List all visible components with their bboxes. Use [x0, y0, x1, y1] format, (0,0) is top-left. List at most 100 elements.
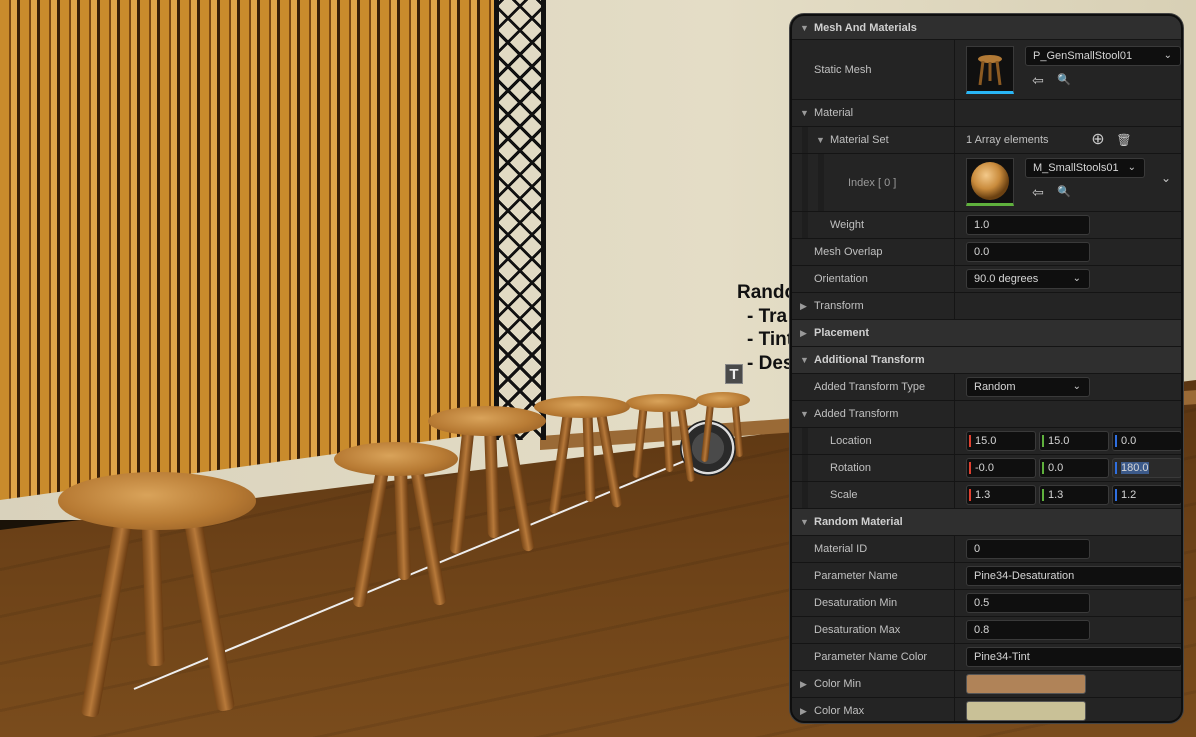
category-additional-transform[interactable]: ▼ Additional Transform — [792, 347, 1181, 374]
orientation-value: 90.0 degrees — [974, 273, 1039, 285]
color-max-row[interactable]: ▶ Color Max — [792, 698, 1181, 721]
color-min-swatch[interactable] — [966, 674, 1086, 694]
transform-row[interactable]: ▶ Transform — [792, 293, 1181, 320]
expand-arrow-icon[interactable]: ▼ — [800, 347, 809, 374]
rotation-row: Rotation -0.0 0.0 180.0 — [792, 455, 1181, 482]
rotation-x-input[interactable]: -0.0 — [966, 458, 1036, 478]
parameter-name-input[interactable]: Pine34-Desaturation — [966, 566, 1181, 586]
category-label: Placement — [814, 327, 870, 339]
material-id-row: Material ID 0 — [792, 536, 1181, 563]
location-label: Location — [830, 435, 872, 447]
added-transform-type-value: Random — [974, 381, 1016, 393]
metal-truss — [494, 0, 546, 440]
desaturation-min-label: Desaturation Min — [814, 597, 898, 609]
category-label: Random Material — [814, 516, 903, 528]
weight-label: Weight — [830, 219, 865, 231]
use-selected-icon[interactable]: ⇦ — [1030, 72, 1046, 88]
chevron-down-icon[interactable]: ⌄ — [1158, 170, 1174, 186]
scale-row: Scale 1.3 1.3 1.2 — [792, 482, 1181, 509]
material-id-label: Material ID — [814, 543, 868, 555]
parameter-name-row: Parameter Name Pine34-Desaturation — [792, 563, 1181, 590]
collapse-arrow-icon[interactable]: ▶ — [800, 320, 807, 347]
mesh-overlap-input[interactable]: 0.0 — [966, 242, 1090, 262]
browse-icon[interactable]: 🔍 — [1056, 184, 1072, 200]
scale-x-input[interactable]: 1.3 — [966, 485, 1036, 505]
expand-arrow-icon[interactable]: ▼ — [816, 127, 825, 154]
scale-y-input[interactable]: 1.3 — [1039, 485, 1109, 505]
text-line: - Tra — [747, 305, 788, 327]
use-selected-icon[interactable]: ⇦ — [1030, 184, 1046, 200]
color-min-row[interactable]: ▶ Color Min — [792, 671, 1181, 698]
parameter-name-color-label: Parameter Name Color — [814, 651, 928, 663]
added-transform-group-row[interactable]: ▼ Added Transform — [792, 401, 1181, 428]
parameter-name-color-row: Parameter Name Color Pine34-Tint — [792, 644, 1181, 671]
desaturation-max-input[interactable]: 0.8 — [966, 620, 1090, 640]
expand-arrow-icon[interactable]: ▼ — [800, 509, 809, 536]
added-transform-type-label: Added Transform Type — [814, 381, 926, 393]
parameter-name-color-input[interactable]: Pine34-Tint — [966, 647, 1181, 667]
material-dropdown[interactable]: M_SmallStools01 ⌄ — [1025, 158, 1145, 178]
details-panel: ▼ Mesh And Materials Static Mesh P_GenSm… — [790, 14, 1183, 723]
transform-label: Transform — [814, 300, 864, 312]
added-transform-label: Added Transform — [814, 408, 899, 420]
material-group-row[interactable]: ▼ Material — [792, 100, 1181, 127]
material-set-row[interactable]: ▼ Material Set 1 Array elements ⊕ 🗑 — [792, 127, 1181, 154]
orientation-dropdown[interactable]: 90.0 degrees ⌄ — [966, 269, 1090, 289]
location-x-input[interactable]: 15.0 — [966, 431, 1036, 451]
material-value: M_SmallStools01 — [1033, 162, 1119, 174]
category-random-material[interactable]: ▼ Random Material — [792, 509, 1181, 536]
category-label: Mesh And Materials — [814, 22, 917, 34]
static-mesh-label: Static Mesh — [814, 64, 872, 76]
static-mesh-value: P_GenSmallStool01 — [1033, 50, 1133, 62]
category-mesh-and-materials[interactable]: ▼ Mesh And Materials — [792, 16, 1181, 40]
scale-z-input[interactable]: 1.2 — [1112, 485, 1181, 505]
static-mesh-dropdown[interactable]: P_GenSmallStool01 ⌄ — [1025, 46, 1181, 66]
weight-row: Weight 1.0 — [792, 212, 1181, 239]
location-y-input[interactable]: 15.0 — [1039, 431, 1109, 451]
color-max-swatch[interactable] — [966, 701, 1086, 721]
chevron-down-icon: ⌄ — [1125, 159, 1136, 177]
weight-input[interactable]: 1.0 — [966, 215, 1090, 235]
material-thumbnail[interactable] — [966, 158, 1014, 206]
text-render-actor[interactable]: Rando - Tra - Tint - Des — [737, 281, 796, 375]
desaturation-max-row: Desaturation Max 0.8 — [792, 617, 1181, 644]
orientation-label: Orientation — [814, 273, 868, 285]
expand-arrow-icon[interactable]: ▼ — [800, 401, 809, 428]
chevron-down-icon: ⌄ — [1072, 381, 1081, 392]
collapse-arrow-icon[interactable]: ▶ — [800, 671, 807, 698]
desaturation-min-row: Desaturation Min 0.5 — [792, 590, 1181, 617]
index-label: Index [ 0 ] — [848, 177, 897, 189]
category-placement[interactable]: ▶ Placement — [792, 320, 1181, 347]
parameter-name-label: Parameter Name — [814, 570, 898, 582]
location-row: Location 15.0 15.0 0.0 — [792, 428, 1181, 455]
text-actor-icon[interactable]: T — [725, 364, 743, 384]
add-element-icon[interactable]: ⊕ — [1090, 132, 1106, 148]
material-group-label: Material — [814, 107, 854, 119]
wooden-slat-wall — [0, 0, 494, 500]
static-mesh-thumbnail[interactable] — [966, 46, 1014, 94]
collapse-arrow-icon[interactable]: ▶ — [800, 698, 807, 721]
rotation-label: Rotation — [830, 462, 871, 474]
expand-arrow-icon[interactable]: ▼ — [800, 16, 809, 40]
added-transform-type-row: Added Transform Type Random ⌄ — [792, 374, 1181, 401]
chevron-down-icon: ⌄ — [1163, 50, 1172, 61]
expand-arrow-icon[interactable]: ▼ — [800, 100, 809, 127]
desaturation-min-input[interactable]: 0.5 — [966, 593, 1090, 613]
collapse-arrow-icon[interactable]: ▶ — [800, 293, 807, 320]
orientation-row: Orientation 90.0 degrees ⌄ — [792, 266, 1181, 293]
delete-icon[interactable]: 🗑 — [1116, 132, 1132, 148]
material-id-input[interactable]: 0 — [966, 539, 1090, 559]
chevron-down-icon: ⌄ — [1072, 273, 1081, 284]
text-line: - Des — [747, 352, 794, 374]
location-z-input[interactable]: 0.0 — [1112, 431, 1181, 451]
browse-icon[interactable]: 🔍 — [1056, 72, 1072, 88]
added-transform-type-dropdown[interactable]: Random ⌄ — [966, 377, 1090, 397]
desaturation-max-label: Desaturation Max — [814, 624, 901, 636]
mesh-overlap-row: Mesh Overlap 0.0 — [792, 239, 1181, 266]
rotation-y-input[interactable]: 0.0 — [1039, 458, 1109, 478]
text-line: - Tint — [747, 329, 794, 350]
scale-label: Scale — [830, 489, 858, 501]
text-line: Rando — [737, 282, 797, 303]
static-mesh-row: Static Mesh P_GenSmallStool01 ⌄ ⇦ 🔍 — [792, 40, 1181, 100]
rotation-z-input[interactable]: 180.0 — [1112, 458, 1181, 478]
